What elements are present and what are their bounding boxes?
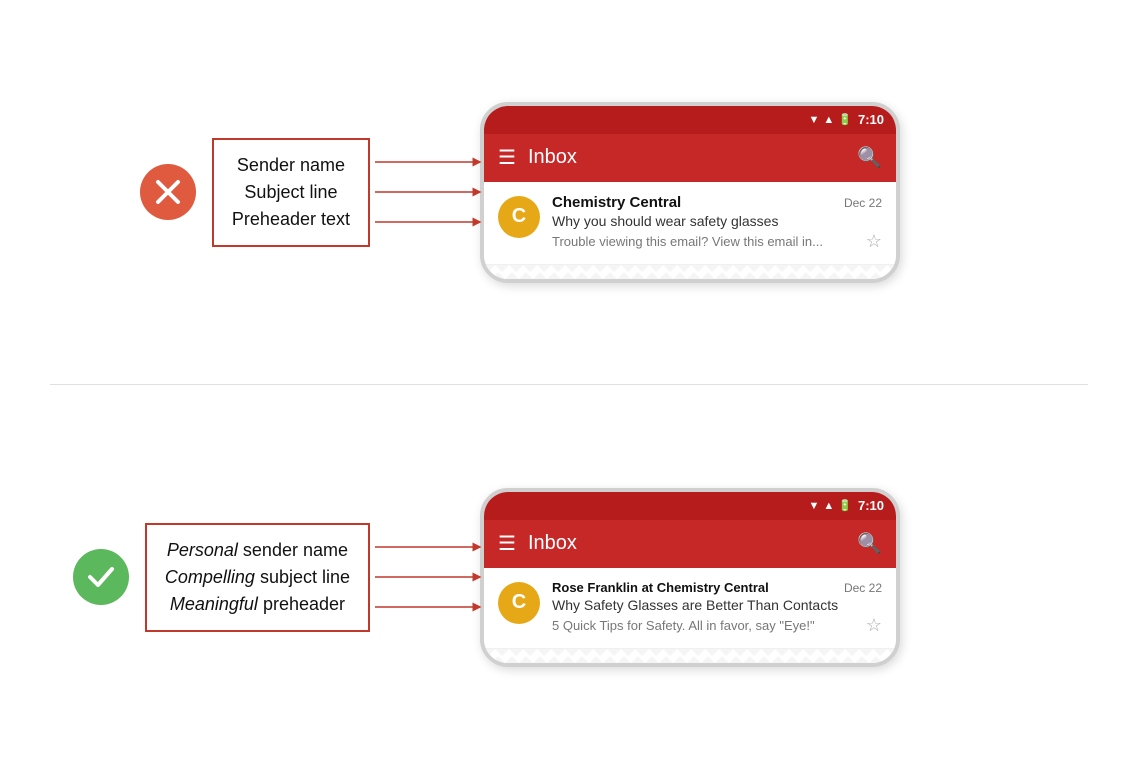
bottom-search-icon[interactable]: 🔍 bbox=[857, 531, 882, 556]
bottom-zigzag bbox=[484, 649, 896, 663]
bad-icon bbox=[140, 164, 196, 220]
bottom-section: Personal sender name Compelling subject … bbox=[30, 405, 1108, 749]
bottom-hamburger-icon[interactable]: ☰ bbox=[498, 534, 516, 554]
bottom-status-icons: ▼ ▲ 🔋 bbox=[808, 499, 851, 512]
top-search-icon[interactable]: 🔍 bbox=[857, 145, 882, 170]
top-section: Sender name Subject line Preheader text bbox=[30, 20, 1108, 364]
annotation-line1: Sender name bbox=[232, 152, 350, 179]
bottom-email-date: Dec 22 bbox=[844, 581, 882, 595]
section-divider bbox=[50, 384, 1088, 385]
bottom-wifi-icon: ▼ bbox=[808, 500, 819, 512]
bottom-preheader-text: 5 Quick Tips for Safety. All in favor, s… bbox=[552, 618, 815, 633]
bottom-right-panel: ▼ ▲ 🔋 7:10 ☰ Inbox 🔍 C bbox=[370, 488, 1108, 667]
bottom-signal-icon: ▲ bbox=[823, 500, 834, 512]
annotation-line2: Subject line bbox=[232, 179, 350, 206]
top-gmail-toolbar: ☰ Inbox 🔍 bbox=[484, 134, 896, 182]
signal-icon: ▲ bbox=[823, 114, 834, 126]
top-status-bar: ▼ ▲ 🔋 7:10 bbox=[484, 106, 896, 134]
top-left-panel: Sender name Subject line Preheader text bbox=[30, 138, 370, 247]
top-phone-frame: ▼ ▲ 🔋 7:10 ☰ Inbox 🔍 C bbox=[480, 102, 900, 283]
top-avatar: C bbox=[498, 196, 540, 238]
top-preheader-text: Trouble viewing this email? View this em… bbox=[552, 234, 823, 249]
bottom-gmail-toolbar: ☰ Inbox 🔍 bbox=[484, 520, 896, 568]
top-right-panel: ▼ ▲ 🔋 7:10 ☰ Inbox 🔍 C bbox=[370, 102, 1108, 283]
bottom-star-icon[interactable]: ☆ bbox=[866, 615, 882, 636]
bottom-left-panel: Personal sender name Compelling subject … bbox=[30, 523, 370, 632]
top-sender-name: Chemistry Central bbox=[552, 194, 681, 211]
top-email-header-row: Chemistry Central Dec 22 bbox=[552, 194, 882, 211]
bottom-inbox-title: Inbox bbox=[528, 532, 845, 555]
bottom-status-bar: ▼ ▲ 🔋 7:10 bbox=[484, 492, 896, 520]
top-status-icons: ▼ ▲ 🔋 bbox=[808, 113, 851, 126]
bottom-annotation-line1: Personal sender name bbox=[165, 537, 350, 564]
bottom-email-header-row: Rose Franklin at Chemistry Central Dec 2… bbox=[552, 580, 882, 595]
top-star-icon[interactable]: ☆ bbox=[866, 231, 882, 252]
main-container: Sender name Subject line Preheader text bbox=[0, 0, 1138, 769]
top-status-time: 7:10 bbox=[858, 112, 884, 127]
top-email-content: Chemistry Central Dec 22 Why you should … bbox=[552, 194, 882, 252]
bottom-subject-line: Why Safety Glasses are Better Than Conta… bbox=[552, 597, 882, 613]
battery-icon: 🔋 bbox=[838, 113, 852, 126]
top-inbox-title: Inbox bbox=[528, 146, 845, 169]
annotation-line3: Preheader text bbox=[232, 206, 350, 233]
top-annotation-box: Sender name Subject line Preheader text bbox=[212, 138, 370, 247]
top-zigzag bbox=[484, 265, 896, 279]
top-email-row[interactable]: C Chemistry Central Dec 22 Why you shoul… bbox=[484, 182, 896, 265]
bottom-email-row[interactable]: C Rose Franklin at Chemistry Central Dec… bbox=[484, 568, 896, 649]
bottom-annotation-line2: Compelling subject line bbox=[165, 564, 350, 591]
bottom-sender-name: Rose Franklin at Chemistry Central bbox=[552, 580, 769, 595]
good-icon bbox=[73, 549, 129, 605]
top-hamburger-icon[interactable]: ☰ bbox=[498, 148, 516, 168]
bottom-avatar: C bbox=[498, 582, 540, 624]
bottom-battery-icon: 🔋 bbox=[838, 499, 852, 512]
bottom-email-content: Rose Franklin at Chemistry Central Dec 2… bbox=[552, 580, 882, 636]
wifi-icon: ▼ bbox=[808, 114, 819, 126]
bottom-annotation-box: Personal sender name Compelling subject … bbox=[145, 523, 370, 632]
bottom-preheader-row: 5 Quick Tips for Safety. All in favor, s… bbox=[552, 615, 882, 636]
top-subject-line: Why you should wear safety glasses bbox=[552, 213, 882, 229]
top-email-date: Dec 22 bbox=[844, 196, 882, 210]
bottom-status-time: 7:10 bbox=[858, 498, 884, 513]
bottom-annotation-line3: Meaningful preheader bbox=[165, 591, 350, 618]
top-preheader-row: Trouble viewing this email? View this em… bbox=[552, 231, 882, 252]
bottom-phone-frame: ▼ ▲ 🔋 7:10 ☰ Inbox 🔍 C bbox=[480, 488, 900, 667]
